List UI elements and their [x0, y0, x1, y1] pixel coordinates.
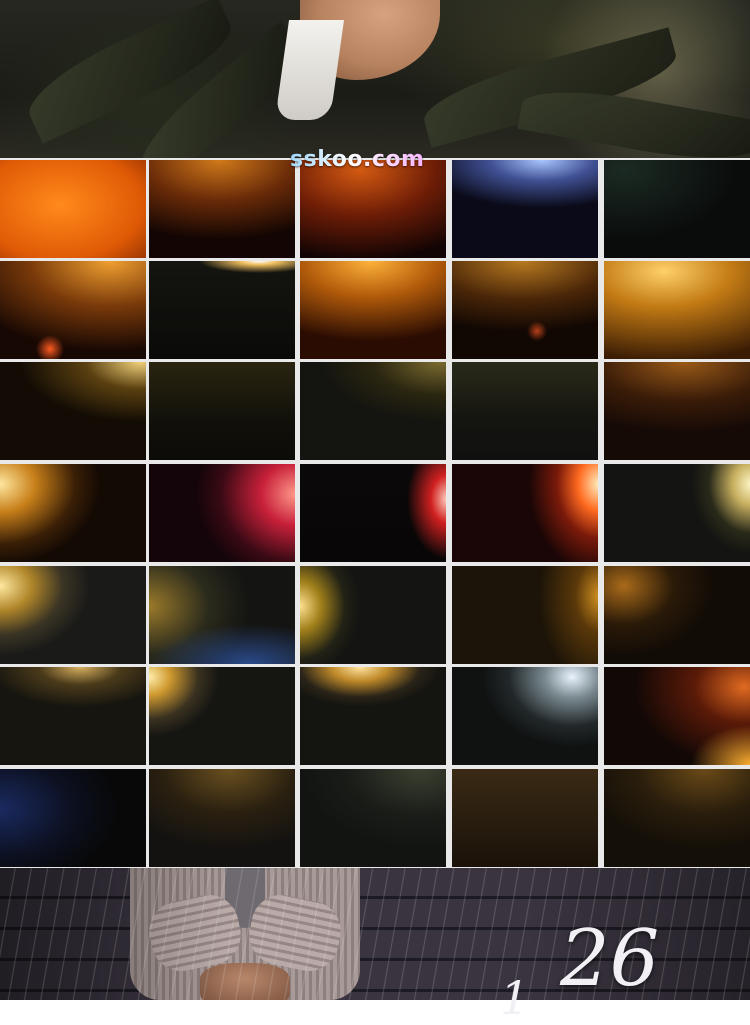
- overlay-thumbnail: [0, 769, 146, 867]
- script-numeral-prefix: 1: [500, 971, 530, 1025]
- overlay-thumbnail: [604, 261, 750, 359]
- overlay-thumbnail: [300, 667, 446, 765]
- overlay-thumbnail: [149, 769, 295, 867]
- overlay-thumbnail: [452, 261, 598, 359]
- overlay-thumbnail-grid: [0, 158, 750, 868]
- overlay-thumbnail: [0, 566, 146, 664]
- overlay-thumbnail: [300, 566, 446, 664]
- overlay-thumbnail: [300, 769, 446, 867]
- overlay-thumbnail: [604, 464, 750, 562]
- overlay-thumbnail: [452, 566, 598, 664]
- overlay-thumbnail: [300, 261, 446, 359]
- overlay-thumbnail: [604, 667, 750, 765]
- overlay-thumbnail: [604, 566, 750, 664]
- overlay-thumbnail: [300, 362, 446, 460]
- overlay-thumbnail: [0, 667, 146, 765]
- overlay-thumbnail: [149, 566, 295, 664]
- script-numeral: 26: [560, 914, 660, 1004]
- overlay-thumbnail: [604, 362, 750, 460]
- overlay-thumbnail: [149, 261, 295, 359]
- overlay-thumbnail: [0, 464, 146, 562]
- overlay-thumbnail: [149, 464, 295, 562]
- overlay-thumbnail: [604, 160, 750, 258]
- overlay-thumbnail: [300, 464, 446, 562]
- overlay-thumbnail: [0, 160, 146, 258]
- overlay-thumbnail: [452, 464, 598, 562]
- overlay-thumbnail: [452, 667, 598, 765]
- top-photo: [0, 0, 750, 158]
- watermark: sskoo.com: [290, 147, 425, 172]
- overlay-thumbnail: [452, 362, 598, 460]
- overlay-thumbnail: [149, 667, 295, 765]
- overlay-thumbnail: [149, 362, 295, 460]
- overlay-thumbnail: [452, 769, 598, 867]
- overlay-thumbnail: [452, 160, 598, 258]
- overlay-thumbnail: [300, 160, 446, 258]
- overlay-thumbnail: [149, 160, 295, 258]
- overlay-thumbnail: [604, 769, 750, 867]
- overlay-thumbnail: [0, 362, 146, 460]
- overlay-thumbnail: [0, 261, 146, 359]
